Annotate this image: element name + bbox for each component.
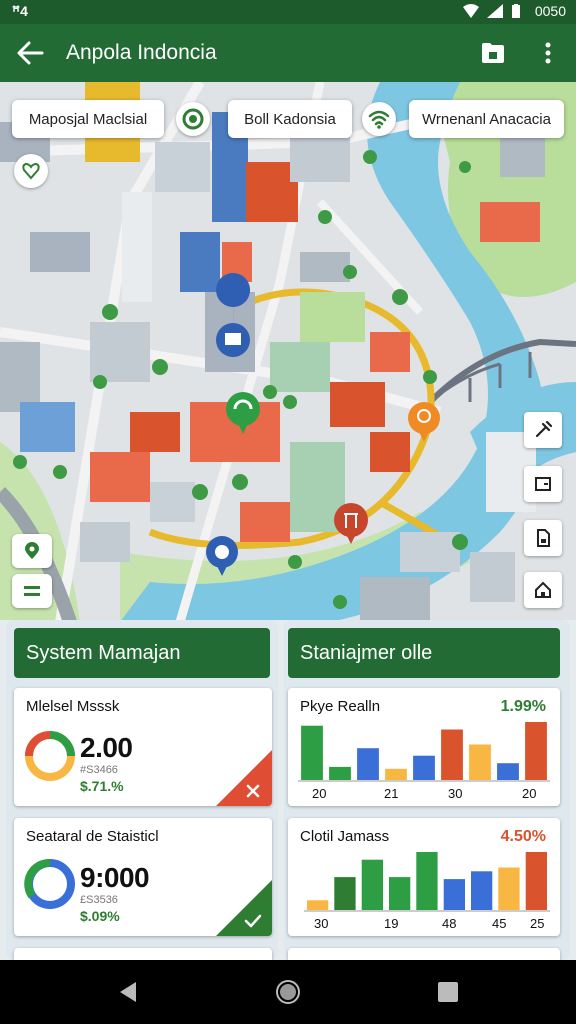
stat-sub-value: £S3536 [80, 894, 118, 906]
chart-bar [416, 852, 438, 910]
dashboard-panels: System Mamajan Staniajmer olle Mlelsel M… [0, 620, 576, 968]
city-map[interactable]: Maposjal Maclsial Boll Kadonsia Wrnenanl… [0, 82, 576, 622]
nav-recents-icon[interactable] [432, 976, 464, 1008]
card-title: Seataral de Staisticl [26, 828, 159, 845]
place-label-2[interactable]: Boll Kadonsia [228, 100, 352, 138]
map-location-icon[interactable] [176, 102, 210, 136]
chart-bar [334, 877, 356, 910]
chart-bar [498, 867, 520, 910]
back-arrow-icon[interactable] [14, 38, 46, 68]
home-icon[interactable] [524, 572, 562, 608]
chart-bar [469, 744, 491, 780]
chart-bar [471, 871, 493, 910]
place-label-3[interactable]: Wrnenanl Anacacia [409, 100, 564, 138]
card-percent: 1.99% [500, 698, 546, 715]
chart-bar [357, 748, 379, 780]
donut-chart [25, 731, 75, 781]
place-label-1[interactable]: Maposjal Maclsial [12, 100, 164, 138]
tools-icon[interactable] [524, 412, 562, 448]
stat-percent: $.09% [80, 908, 120, 924]
chart-bar [525, 852, 547, 910]
map-pin-icon[interactable] [12, 534, 52, 568]
stat-percent: $.71.% [80, 778, 124, 794]
stat-value: 2.00 [80, 732, 133, 763]
battery-icon [511, 4, 527, 18]
chart-bar [307, 900, 329, 910]
chart-bar [329, 766, 351, 780]
bar-chart-card-2[interactable]: Clotil Jamass 4.50% 30 19 48 45 25 [288, 818, 560, 936]
donut-chart [24, 859, 75, 909]
chart-bar [525, 722, 547, 780]
card-title: Clotil Jamass [300, 828, 390, 845]
bar-chart [298, 722, 550, 782]
layers-icon[interactable] [524, 466, 562, 502]
chart-bar [301, 725, 323, 780]
chart-bar [441, 729, 463, 780]
save-icon[interactable] [480, 40, 506, 66]
status-bar: ꟸ4 0050 [0, 0, 576, 24]
x-tick-label: 19 [384, 916, 399, 931]
document-icon[interactable] [524, 520, 562, 556]
stat-card-2[interactable]: Seataral de Staisticl 9:000 £S3536 $.09% [14, 818, 272, 936]
stat-card-1[interactable]: Mlelsel Msssk 2.00 #S3466 $.71.% [14, 688, 272, 806]
system-nav-bar [0, 960, 576, 1024]
right-panel-header[interactable]: Staniajmer olle [288, 628, 560, 678]
close-badge[interactable] [216, 750, 272, 806]
app-bar: Anpola Indoncia [0, 24, 576, 82]
x-tick-label: 48 [442, 916, 457, 931]
card-title: Pkye Realln [300, 698, 381, 715]
page-title: Anpola Indoncia [66, 41, 217, 64]
status-time: 0050 [534, 3, 566, 19]
map-illustration [0, 82, 576, 622]
menu-icon[interactable] [12, 574, 52, 608]
chart-bar [413, 755, 435, 780]
bar-chart-card-1[interactable]: Pkye Realln 1.99% 20 21 30 20 [288, 688, 560, 806]
left-panel-header[interactable]: System Mamajan [14, 628, 270, 678]
chart-bar [443, 879, 465, 910]
card-percent: 4.50% [500, 828, 546, 845]
chart-bar [385, 768, 407, 780]
x-tick-label: 25 [530, 916, 545, 931]
chart-bar [497, 763, 519, 780]
chart-bar [389, 877, 411, 910]
stat-value: 9:000 [80, 862, 150, 893]
map-wifi-icon[interactable] [362, 102, 396, 136]
x-tick-label: 21 [384, 786, 399, 801]
x-tick-label: 20 [522, 786, 537, 801]
signal-icon [486, 4, 503, 18]
card-title: Mlelsel Msssk [26, 698, 120, 715]
status-left-indicator: ꟸ4 [12, 3, 28, 19]
x-tick-label: 45 [492, 916, 507, 931]
nav-back-icon[interactable] [112, 976, 144, 1008]
x-tick-label: 30 [314, 916, 329, 931]
chart-bar [361, 859, 383, 910]
bar-chart [304, 852, 550, 912]
nav-home-icon[interactable] [272, 976, 304, 1008]
check-badge[interactable] [216, 880, 272, 936]
x-tick-label: 20 [312, 786, 327, 801]
x-tick-label: 30 [448, 786, 463, 801]
map-favorite-icon[interactable] [14, 154, 48, 188]
more-options-icon[interactable] [538, 39, 558, 67]
stat-sub-value: #S3466 [80, 764, 118, 776]
wifi-icon [462, 4, 479, 18]
